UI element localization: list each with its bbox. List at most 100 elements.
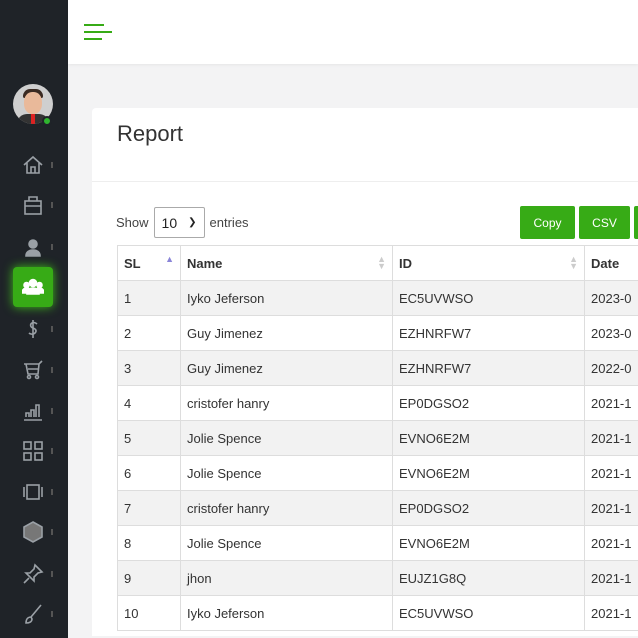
sidebar-label-stub <box>51 571 53 577</box>
table-cell-id: EZHNRFW7 <box>392 315 585 351</box>
table-cell-date: 2021-1 <box>584 385 638 421</box>
table-row: 1 Iyko Jeferson EC5UVWSO 2023-0 <box>117 280 638 316</box>
cart-icon <box>24 360 43 380</box>
column-header-date[interactable]: Date <box>584 245 638 281</box>
top-header <box>68 0 638 64</box>
table-cell-id: EUJZ1G8Q <box>392 560 585 596</box>
sidebar-item-briefcase[interactable] <box>13 189 53 221</box>
table-cell-date: 2023-0 <box>584 315 638 351</box>
copy-button[interactable]: Copy <box>520 206 575 239</box>
table-cell-id: EC5UVWSO <box>392 280 585 316</box>
table-cell-sl: 2 <box>117 315 181 351</box>
sidebar-item-users[interactable] <box>13 267 53 307</box>
column-header-name[interactable]: Name ▲ ▼ <box>180 245 393 281</box>
table-cell-name: Jolie Spence <box>180 525 393 561</box>
excel-button[interactable] <box>634 206 638 239</box>
table-cell-id: EVNO6E2M <box>392 525 585 561</box>
table-cell-id: EC5UVWSO <box>392 595 585 631</box>
table-header-row: SL ▲ Name ▲ ▼ ID ▲ ▼ Date <box>117 245 638 281</box>
column-label: ID <box>399 255 412 271</box>
sidebar-item-home[interactable] <box>13 149 53 181</box>
show-label: Show <box>116 215 149 230</box>
sidebar-label-stub <box>51 202 53 208</box>
brush-icon <box>25 604 42 624</box>
sidebar-item-user[interactable] <box>13 231 53 263</box>
table-cell-date: 2021-1 <box>584 595 638 631</box>
table-cell-date: 2021-1 <box>584 490 638 526</box>
table-cell-sl: 8 <box>117 525 181 561</box>
chevron-down-icon: ❯ <box>188 217 197 228</box>
table-cell-name: Jolie Spence <box>180 455 393 491</box>
sidebar-item-hexagon[interactable] <box>13 516 53 548</box>
table-cell-name: cristofer hanry <box>180 385 393 421</box>
sidebar-label-stub <box>51 529 53 535</box>
hamburger-icon[interactable] <box>84 24 112 42</box>
grid-icon <box>23 441 43 461</box>
entries-length-control: Show 10 ❯ entries <box>116 207 249 238</box>
table-row: 10 Iyko Jeferson EC5UVWSO 2021-1 <box>117 595 638 631</box>
csv-button[interactable]: CSV <box>579 206 630 239</box>
table-cell-id: EP0DGSO2 <box>392 385 585 421</box>
table-row: 3 Guy Jimenez EZHNRFW7 2022-0 <box>117 350 638 386</box>
entries-select[interactable]: 10 ❯ <box>153 207 205 238</box>
sidebar <box>0 0 68 638</box>
table-cell-name: Guy Jimenez <box>180 350 393 386</box>
sidebar-item-brush[interactable] <box>13 598 53 630</box>
table-cell-name: cristofer hanry <box>180 490 393 526</box>
report-table: SL ▲ Name ▲ ▼ ID ▲ ▼ Date 1 Iyko Jeferson EC5UV… <box>117 245 638 631</box>
column-label: Name <box>187 255 223 271</box>
sort-icon: ▲ ▼ <box>569 254 578 271</box>
table-cell-sl: 3 <box>117 350 181 386</box>
sidebar-label-stub <box>51 244 53 250</box>
entries-value: 10 <box>161 214 178 231</box>
report-card: Report Show 10 ❯ entries Copy CSV SL ▲ Nam… <box>92 108 638 636</box>
column-header-sl[interactable]: SL ▲ <box>117 245 181 281</box>
table-cell-sl: 9 <box>117 560 181 596</box>
page-title: Report <box>117 121 184 146</box>
column-header-id[interactable]: ID ▲ ▼ <box>392 245 585 281</box>
carousel-icon <box>23 484 43 500</box>
table-cell-name: Guy Jimenez <box>180 315 393 351</box>
table-cell-id: EZHNRFW7 <box>392 350 585 386</box>
table-cell-name: Jolie Spence <box>180 420 393 456</box>
table-row: 2 Guy Jimenez EZHNRFW7 2023-0 <box>117 315 638 351</box>
sidebar-label-stub <box>51 408 53 414</box>
table-cell-id: EVNO6E2M <box>392 455 585 491</box>
table-cell-sl: 4 <box>117 385 181 421</box>
table-cell-date: 2022-0 <box>584 350 638 386</box>
table-cell-date: 2023-0 <box>584 280 638 316</box>
sidebar-item-pin[interactable] <box>13 558 53 590</box>
bar-chart-icon <box>24 404 42 421</box>
sort-icon: ▲ ▼ <box>377 254 386 271</box>
sort-ascending-icon: ▲ <box>165 254 174 264</box>
table-cell-name: jhon <box>180 560 393 596</box>
table-cell-date: 2021-1 <box>584 525 638 561</box>
table-cell-sl: 1 <box>117 280 181 316</box>
table-cell-date: 2021-1 <box>584 420 638 456</box>
sidebar-item-cart[interactable] <box>13 354 53 386</box>
pin-icon <box>23 563 44 584</box>
table-cell-date: 2021-1 <box>584 560 638 596</box>
table-cell-id: EVNO6E2M <box>392 420 585 456</box>
sidebar-label-stub <box>51 489 53 495</box>
divider <box>92 181 638 182</box>
sidebar-item-bar-chart[interactable] <box>13 395 53 427</box>
sidebar-item-carousel[interactable] <box>13 476 53 508</box>
table-cell-sl: 10 <box>117 595 181 631</box>
sidebar-item-dollar[interactable] <box>13 313 53 345</box>
dollar-icon <box>28 320 38 338</box>
sidebar-item-grid[interactable] <box>13 435 53 467</box>
hexagon-icon <box>23 521 43 543</box>
home-icon <box>23 155 43 174</box>
table-cell-name: Iyko Jeferson <box>180 595 393 631</box>
column-label: SL <box>124 255 141 271</box>
table-cell-date: 2021-1 <box>584 455 638 491</box>
table-cell-sl: 6 <box>117 455 181 491</box>
sidebar-label-stub <box>51 326 53 332</box>
table-row: 6 Jolie Spence EVNO6E2M 2021-1 <box>117 455 638 491</box>
table-cell-id: EP0DGSO2 <box>392 490 585 526</box>
sidebar-label-stub <box>51 367 53 373</box>
sidebar-label-stub <box>51 162 53 168</box>
table-cell-sl: 5 <box>117 420 181 456</box>
user-icon <box>25 239 41 257</box>
